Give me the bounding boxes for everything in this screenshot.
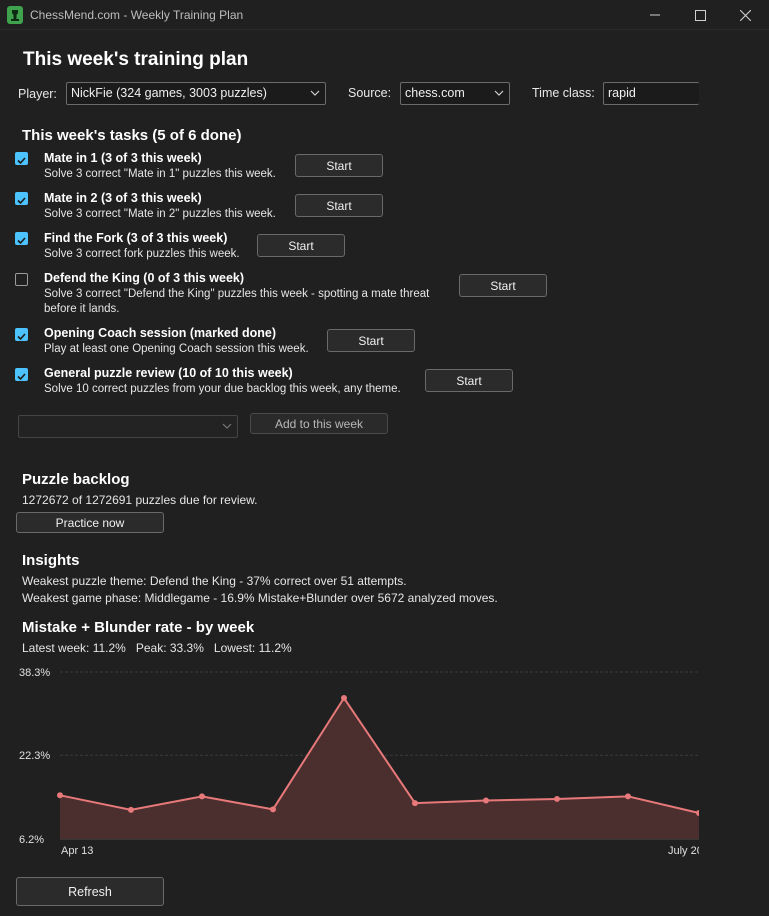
- minimize-button[interactable]: [632, 0, 678, 30]
- player-select[interactable]: NickFie (324 games, 3003 puzzles): [66, 82, 326, 105]
- maximize-button[interactable]: [677, 0, 723, 30]
- mistake-blunder-chart: 38.3% 22.3% 6.2% Apr 13 July 20: [19, 660, 769, 860]
- app-logo-icon: [7, 6, 23, 24]
- chart-right-mask: [699, 660, 769, 860]
- checkmark-icon: [17, 373, 26, 381]
- task-title: Mate in 2 (3 of 3 this week): [44, 191, 202, 205]
- task-checkbox[interactable]: [15, 152, 28, 165]
- chart-point: [625, 793, 631, 800]
- chart-point: [270, 806, 276, 813]
- task-title: General puzzle review (10 of 10 this wee…: [44, 366, 293, 380]
- backlog-heading: Puzzle backlog: [22, 471, 130, 488]
- source-label: Source:: [348, 86, 392, 100]
- task-description-continued: before it lands.: [44, 303, 120, 315]
- player-label: Player:: [18, 87, 57, 101]
- minimize-icon: [650, 14, 660, 16]
- task-checkbox[interactable]: [15, 328, 28, 341]
- timeclass-select[interactable]: rapid: [603, 82, 699, 105]
- window-title: ChessMend.com - Weekly Training Plan: [30, 8, 244, 22]
- x-tick-label: July 20: [668, 845, 703, 857]
- task-start-button[interactable]: Start: [295, 154, 383, 177]
- title-bar: ChessMend.com - Weekly Training Plan: [0, 0, 769, 30]
- chart-point: [199, 793, 205, 800]
- chart-heading: Mistake + Blunder rate - by week: [22, 619, 255, 636]
- insight-game-phase: Weakest game phase: Middlegame - 16.9% M…: [22, 591, 498, 605]
- task-start-button[interactable]: Start: [257, 234, 345, 257]
- checkmark-icon: [17, 197, 26, 205]
- chevron-down-icon: [310, 90, 320, 96]
- checkmark-icon: [17, 237, 26, 245]
- source-select[interactable]: chess.com: [400, 82, 510, 105]
- chart-area-fill: [60, 698, 699, 839]
- maximize-icon: [694, 9, 706, 21]
- task-title: Find the Fork (3 of 3 this week): [44, 231, 228, 245]
- task-description: Solve 3 correct "Defend the King" puzzle…: [44, 288, 430, 300]
- add-task-select[interactable]: [18, 415, 238, 438]
- task-checkbox[interactable]: [15, 192, 28, 205]
- task-description: Solve 10 correct puzzles from your due b…: [44, 383, 401, 395]
- chart-point: [554, 795, 560, 802]
- task-start-button[interactable]: Start: [425, 369, 513, 392]
- task-start-button[interactable]: Start: [459, 274, 547, 297]
- task-checkbox[interactable]: [15, 232, 28, 245]
- task-checkbox[interactable]: [15, 273, 28, 286]
- checkmark-icon: [17, 333, 26, 341]
- task-title: Opening Coach session (marked done): [44, 326, 276, 340]
- page-title: This week's training plan: [23, 49, 249, 70]
- timeclass-select-value: rapid: [608, 86, 636, 100]
- close-icon: [739, 9, 751, 21]
- add-to-week-button[interactable]: Add to this week: [250, 413, 388, 434]
- chart-point: [57, 792, 63, 799]
- y-tick-label: 22.3%: [19, 750, 50, 762]
- x-tick-label: Apr 13: [61, 845, 93, 857]
- chevron-down-icon: [494, 90, 504, 96]
- player-select-value: NickFie (324 games, 3003 puzzles): [71, 86, 267, 100]
- task-title: Mate in 1 (3 of 3 this week): [44, 151, 202, 165]
- backlog-status: 1272672 of 1272691 puzzles due for revie…: [22, 493, 258, 507]
- task-description: Solve 3 correct fork puzzles this week.: [44, 248, 240, 260]
- chart-point: [483, 797, 489, 804]
- close-button[interactable]: [722, 0, 768, 30]
- task-description: Play at least one Opening Coach session …: [44, 343, 309, 355]
- tasks-heading: This week's tasks (5 of 6 done): [22, 127, 242, 144]
- chart-point: [341, 695, 347, 702]
- practice-now-button[interactable]: Practice now: [16, 512, 164, 533]
- task-description: Solve 3 correct "Mate in 2" puzzles this…: [44, 208, 276, 220]
- task-start-button[interactable]: Start: [295, 194, 383, 217]
- chevron-down-icon: [222, 423, 232, 429]
- timeclass-label: Time class:: [532, 86, 595, 100]
- task-description: Solve 3 correct "Mate in 1" puzzles this…: [44, 168, 276, 180]
- y-tick-label: 6.2%: [19, 834, 44, 846]
- task-start-button[interactable]: Start: [327, 329, 415, 352]
- checkmark-icon: [17, 157, 26, 165]
- insights-heading: Insights: [22, 552, 80, 569]
- chart-point: [412, 800, 418, 807]
- y-tick-label: 38.3%: [19, 667, 50, 679]
- task-title: Defend the King (0 of 3 this week): [44, 271, 245, 285]
- chart-point: [128, 806, 134, 813]
- chart-summary: Latest week: 11.2% Peak: 33.3% Lowest: 1…: [22, 641, 292, 655]
- insight-puzzle-theme: Weakest puzzle theme: Defend the King - …: [22, 574, 407, 588]
- refresh-button[interactable]: Refresh: [16, 877, 164, 906]
- task-checkbox[interactable]: [15, 368, 28, 381]
- source-select-value: chess.com: [405, 86, 465, 100]
